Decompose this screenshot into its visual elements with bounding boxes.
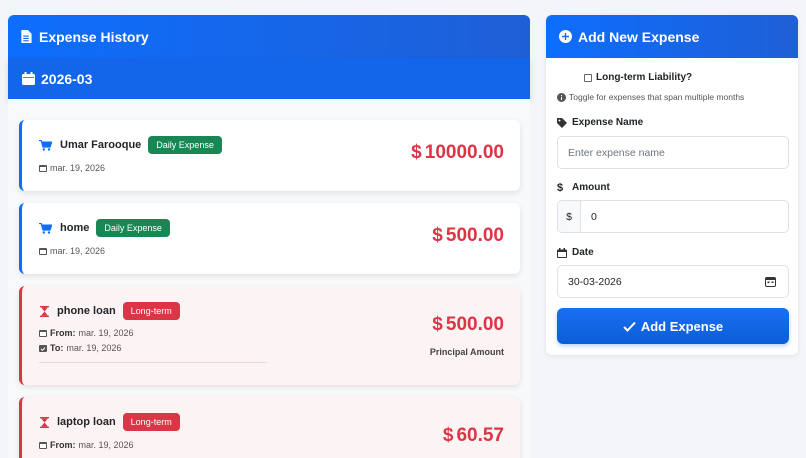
date-label: Date [572, 247, 594, 258]
expense-date: mar. 19, 2026 [50, 163, 106, 173]
to-label: To: [50, 343, 64, 353]
calendar-icon [22, 72, 35, 85]
divider [39, 362, 267, 363]
add-expense-label: Add Expense [640, 318, 724, 334]
expense-amount: $500.00 [432, 314, 504, 335]
info-icon [557, 92, 566, 102]
expense-history-panel: Expense History 2026-03 Umar Farooque Da… [8, 15, 530, 458]
expense-history-title: Expense History [39, 28, 149, 45]
long-term-hint: Toggle for expenses that span multiple m… [557, 92, 744, 102]
long-term-label: Long-term Liability? [596, 72, 693, 83]
check-icon [623, 321, 636, 332]
long-term-toggle[interactable]: Long-term Liability? [584, 72, 692, 83]
expense-type-badge: Long-term [122, 302, 180, 320]
calendar-icon [39, 248, 47, 255]
expense-amount: $10000.00 [411, 142, 504, 163]
expense-date: mar. 19, 2026 [50, 246, 106, 256]
expense-amount: $500.00 [432, 225, 504, 246]
calendar-icon [39, 442, 47, 449]
from-date: mar. 19, 2026 [78, 328, 134, 338]
expense-type-badge: Long-term [122, 413, 180, 431]
expense-amount: $60.57 [442, 425, 504, 446]
expense-name-input[interactable]: Enter expense name [557, 136, 789, 169]
month-group-header[interactable]: 2026-03 [8, 58, 530, 99]
cart-icon [39, 139, 52, 151]
calendar-icon [557, 247, 567, 258]
expense-type-badge: Daily Expense [148, 136, 222, 154]
add-expense-header: Add New Expense [546, 15, 798, 58]
calendar-icon [39, 165, 47, 172]
amount-input-group[interactable]: $ 0 [557, 200, 789, 233]
hourglass-icon [40, 305, 49, 317]
to-date: mar. 19, 2026 [66, 343, 122, 353]
expense-list: Umar Farooque Daily Expense mar. 19, 202… [8, 99, 530, 458]
date-input[interactable]: 30-03-2026 [557, 265, 789, 298]
dollar-icon: $ [557, 181, 564, 194]
calendar-picker-icon[interactable] [765, 276, 776, 287]
expense-card[interactable]: home Daily Expense mar. 19, 2026 $500.00 [19, 203, 520, 274]
expense-card[interactable]: Umar Farooque Daily Expense mar. 19, 202… [19, 120, 520, 191]
date-value: 30-03-2026 [568, 275, 622, 288]
cart-icon [39, 222, 52, 234]
plus-circle-icon [559, 30, 572, 43]
amount-label: Amount [572, 182, 610, 193]
expense-name: Umar Farooque [60, 139, 142, 151]
tag-icon [557, 117, 567, 128]
add-expense-button[interactable]: Add Expense [557, 308, 789, 344]
long-term-checkbox[interactable] [584, 73, 592, 82]
from-date: mar. 19, 2026 [78, 440, 134, 450]
month-label: 2026-03 [41, 70, 93, 87]
from-label: From: [50, 328, 76, 338]
hint-text: Toggle for expenses that span multiple m… [569, 92, 745, 102]
add-expense-panel: Add New Expense Long-term Liability? Tog… [546, 15, 798, 355]
expense-name: laptop loan [57, 416, 116, 428]
expense-type-badge: Daily Expense [96, 219, 170, 237]
expense-name: phone loan [57, 305, 116, 317]
file-icon [21, 30, 32, 43]
expense-card[interactable]: laptop loan Long-term From: mar. 19, 202… [19, 397, 520, 458]
calendar-icon [39, 330, 47, 337]
expense-history-header: Expense History [8, 15, 530, 58]
expense-name: home [60, 222, 90, 234]
from-label: From: [50, 440, 76, 450]
add-expense-title: Add New Expense [578, 28, 700, 45]
principal-amount-label: Principal Amount [429, 347, 504, 357]
expense-card[interactable]: phone loan Long-term From: mar. 19, 2026… [19, 286, 520, 385]
expense-name-label: Expense Name [572, 117, 644, 128]
hourglass-icon [40, 416, 49, 428]
amount-input[interactable]: 0 [581, 201, 788, 232]
currency-addon: $ [558, 201, 581, 232]
calendar-check-icon [39, 345, 47, 352]
